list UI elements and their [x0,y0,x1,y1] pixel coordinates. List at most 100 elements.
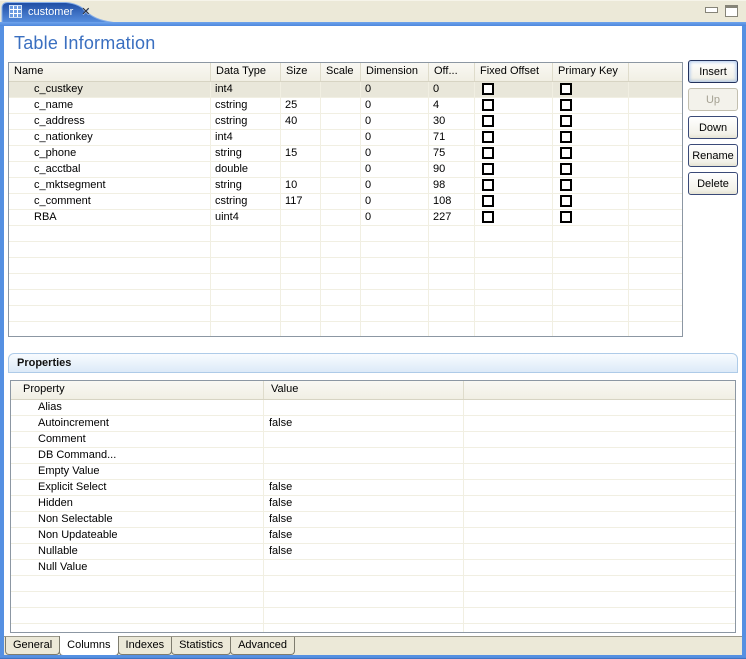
property-row[interactable]: Autoincrement false [11,416,735,432]
primary-key-checkbox[interactable] [560,211,572,223]
primary-key-checkbox[interactable] [560,115,572,127]
cell-scale [321,162,361,178]
property-row[interactable]: Hidden false [11,496,735,512]
empty-table-row [9,290,682,306]
primary-key-checkbox[interactable] [560,147,572,159]
table-row[interactable]: c_custkey int4 0 0 [9,82,682,98]
properties-table-body: Alias Autoincrement false Comment DB Com… [11,400,735,632]
table-row[interactable]: c_phone string 15 0 75 [9,146,682,162]
property-name-cell: Hidden [11,496,264,512]
cell-data-type: cstring [211,114,281,130]
table-row[interactable]: c_mktsegment string 10 0 98 [9,178,682,194]
column-header[interactable]: Size [281,63,321,81]
cell-offset: 75 [429,146,475,162]
cell-primary-key [553,194,629,210]
down-button[interactable]: Down [688,116,738,139]
column-header[interactable]: Primary Key [553,63,629,81]
primary-key-checkbox[interactable] [560,179,572,191]
cell-filler [629,82,682,98]
fixed-offset-checkbox[interactable] [482,83,494,95]
property-row[interactable]: Comment [11,432,735,448]
columns-table: Name Data Type Size Scale Dimension Off... Fix… [8,62,683,337]
property-row[interactable]: Empty Value [11,464,735,480]
cell-data-type: string [211,146,281,162]
table-row[interactable]: c_comment cstring 117 0 108 [9,194,682,210]
fixed-offset-checkbox[interactable] [482,131,494,143]
primary-key-checkbox[interactable] [560,131,572,143]
cell-data-type: cstring [211,194,281,210]
column-header[interactable]: Name [9,63,211,81]
view-controls [705,5,738,17]
property-name-cell: Nullable [11,544,264,560]
editor-window: customer ✕ Table Information Name Data Ty… [0,0,746,659]
close-icon[interactable]: ✕ [81,5,90,18]
property-column-header[interactable]: Value [264,381,464,399]
primary-key-checkbox[interactable] [560,99,572,111]
tab-statistics[interactable]: Statistics [171,637,232,655]
property-name-cell: Non Updateable [11,528,264,544]
table-row[interactable]: c_acctbal double 0 90 [9,162,682,178]
column-header[interactable]: Dimension [361,63,429,81]
column-header[interactable]: Off... [429,63,475,81]
properties-section-header: Properties [8,353,738,373]
property-filler-cell [464,496,735,512]
properties-table: Property Value Alias Autoincrement false … [10,380,736,633]
property-row[interactable]: Explicit Select false [11,480,735,496]
property-row[interactable]: Non Selectable false [11,512,735,528]
cell-primary-key [553,178,629,194]
property-row[interactable]: Null Value [11,560,735,576]
fixed-offset-checkbox[interactable] [482,179,494,191]
primary-key-checkbox[interactable] [560,195,572,207]
cell-name: c_custkey [9,82,211,98]
rename-button[interactable]: Rename [688,144,738,167]
tab-advanced[interactable]: Advanced [230,637,296,655]
cell-primary-key [553,114,629,130]
cell-primary-key [553,162,629,178]
columns-table-header: Name Data Type Size Scale Dimension Off... Fix… [9,63,682,82]
tab-columns[interactable]: Columns [59,636,119,656]
fixed-offset-checkbox[interactable] [482,195,494,207]
cell-size [281,162,321,178]
fixed-offset-checkbox[interactable] [482,115,494,127]
column-header[interactable]: Fixed Offset [475,63,553,81]
property-row[interactable]: Nullable false [11,544,735,560]
empty-table-row [9,258,682,274]
table-row[interactable]: c_nationkey int4 0 71 [9,130,682,146]
cell-name: c_mktsegment [9,178,211,194]
insert-button[interactable]: Insert [688,60,738,83]
property-filler-cell [464,560,735,576]
fixed-offset-checkbox[interactable] [482,147,494,159]
column-header[interactable]: Scale [321,63,361,81]
cell-data-type: uint4 [211,210,281,226]
property-row[interactable]: Alias [11,400,735,416]
minimize-icon[interactable] [705,7,718,13]
tab-general[interactable]: General [5,637,61,655]
cell-fixed-offset [475,114,553,130]
maximize-icon[interactable] [725,5,738,17]
cell-name: c_comment [9,194,211,210]
primary-key-checkbox[interactable] [560,163,572,175]
fixed-offset-checkbox[interactable] [482,163,494,175]
table-row[interactable]: c_address cstring 40 0 30 [9,114,682,130]
cell-filler [629,130,682,146]
cell-fixed-offset [475,146,553,162]
property-row[interactable]: Non Updateable false [11,528,735,544]
column-header[interactable]: Data Type [211,63,281,81]
column-header[interactable] [629,63,682,81]
property-filler-cell [464,512,735,528]
property-name-cell: Null Value [11,560,264,576]
table-row[interactable]: RBA uint4 0 227 [9,210,682,226]
cell-data-type: int4 [211,82,281,98]
document-tab[interactable]: customer ✕ [9,5,90,18]
primary-key-checkbox[interactable] [560,83,572,95]
property-row[interactable]: DB Command... [11,448,735,464]
cell-size: 40 [281,114,321,130]
fixed-offset-checkbox[interactable] [482,211,494,223]
table-row[interactable]: c_name cstring 25 0 4 [9,98,682,114]
property-name-cell: Alias [11,400,264,416]
delete-button[interactable]: Delete [688,172,738,195]
fixed-offset-checkbox[interactable] [482,99,494,111]
tab-indexes[interactable]: Indexes [117,637,173,655]
property-column-header[interactable]: Property [11,381,264,399]
cell-dimension: 0 [361,194,429,210]
